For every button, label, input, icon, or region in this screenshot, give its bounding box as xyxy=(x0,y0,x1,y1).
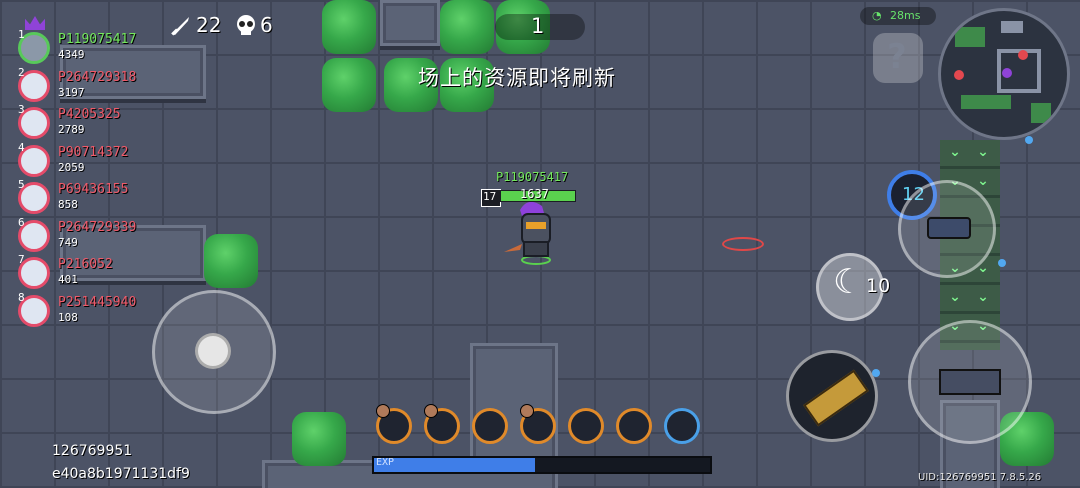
skull-icon xyxy=(234,14,258,36)
help-icon: ? xyxy=(887,37,907,77)
leaderboard-rank: 3 xyxy=(18,103,25,116)
help-button[interactable]: ? xyxy=(873,33,923,83)
weapon-swap-button[interactable] xyxy=(786,350,878,442)
player-sprite xyxy=(504,201,551,265)
ping-indicator: ◔ 28ms xyxy=(860,7,936,25)
leaderboard-score: 108 xyxy=(58,310,78,324)
target-marker xyxy=(722,237,764,251)
skill-slot[interactable] xyxy=(472,408,508,444)
player-level-badge: 17 xyxy=(481,189,501,207)
fire-button[interactable] xyxy=(908,320,1032,444)
indicator-dot xyxy=(1025,136,1033,144)
exp-bar: EXP xyxy=(372,456,712,474)
joystick-knob[interactable] xyxy=(195,333,231,369)
leaderboard-score: 2059 xyxy=(58,160,85,174)
secondary-ammo-count: 10 xyxy=(866,275,891,297)
leaderboard-row: 2 P264729318 3197 xyxy=(0,65,220,104)
leaderboard-row: 5 P69436155 858 xyxy=(0,178,220,216)
leaderboard-name: P251445940 xyxy=(58,294,137,310)
round-timer-value: 1 xyxy=(531,14,545,38)
session-hash-text: e40a8b1971131df9 xyxy=(52,466,190,482)
bush xyxy=(322,58,376,112)
leaderboard-name: P90714372 xyxy=(58,144,129,160)
skill-upgrade-dot xyxy=(376,404,390,418)
chevron-down-icon: ⌄ xyxy=(949,289,961,305)
ping-value: 28ms xyxy=(890,9,921,22)
uid-version-text: UID:126769951 7.8.5.26 xyxy=(918,472,1042,483)
game-viewport[interactable]: ⌄ ⌄ ⌄ ⌄ ⌄ ⌄ ⌄ ⌄ ⌄ ⌄ P119075417 17 1637 1… xyxy=(0,0,1080,488)
bush xyxy=(440,0,494,54)
player-name: P119075417 xyxy=(496,170,569,184)
skill-slot[interactable] xyxy=(568,408,604,444)
chevron-down-icon: ⌄ xyxy=(977,173,989,189)
leaderboard-rank: 1 xyxy=(18,28,25,41)
leaderboard-rank: 2 xyxy=(18,65,25,79)
leaderboard-row: 7 P216052 401 xyxy=(0,253,220,291)
player-hp-bar: 1637 xyxy=(500,187,576,202)
leaderboard-rank: 7 xyxy=(18,253,25,266)
indicator-dot xyxy=(872,369,880,377)
leaderboard-row: 3 P4205325 2789 xyxy=(0,103,220,141)
bush xyxy=(322,0,376,54)
leaderboard-name: P264729339 xyxy=(58,219,137,235)
leaderboard-score: 401 xyxy=(58,273,78,286)
chevron-down-icon: ⌄ xyxy=(949,144,961,160)
death-count: 6 xyxy=(260,13,273,37)
leaderboard-score: 4349 xyxy=(58,48,85,61)
skill-button[interactable] xyxy=(898,180,996,278)
skill-slot[interactable] xyxy=(664,408,700,444)
leaderboard-score: 3197 xyxy=(58,85,85,99)
leaderboard-row: 4 P90714372 2059 xyxy=(0,140,220,179)
leaderboard-score: 749 xyxy=(58,235,78,249)
indicator-dot xyxy=(998,259,1006,267)
bush xyxy=(292,412,346,466)
skill-upgrade-dot xyxy=(424,404,438,418)
kill-count: 22 xyxy=(196,13,222,37)
leaderboard: 1 P119075417 4349 2 P264729318 3197 3 P4205325 2… xyxy=(0,16,220,340)
leaderboard-rank: 6 xyxy=(18,215,25,229)
exp-bar-fill xyxy=(374,458,536,472)
crown-icon xyxy=(25,16,45,30)
movement-joystick[interactable] xyxy=(152,290,276,414)
leaderboard-name: P119075417 xyxy=(58,32,137,47)
announcement-text: 场上的资源即将刷新 xyxy=(418,66,616,90)
skill-slot[interactable] xyxy=(616,408,652,444)
minimap[interactable] xyxy=(938,8,1070,140)
player-hp-value: 1637 xyxy=(520,187,549,201)
leaderboard-name: P216052 xyxy=(58,257,113,272)
leaderboard-row: 6 P264729339 749 xyxy=(0,215,220,254)
round-timer: 1 xyxy=(495,14,585,40)
leaderboard-name: P69436155 xyxy=(58,182,129,197)
wall-block xyxy=(380,0,440,46)
player-character xyxy=(498,200,568,270)
leaderboard-score: 858 xyxy=(58,198,78,211)
leaderboard-rank: 4 xyxy=(18,140,25,154)
sword-icon xyxy=(168,14,192,38)
minimap-terrain xyxy=(954,21,1051,123)
leaderboard-name: P264729318 xyxy=(58,69,137,85)
primary-weapon-icon xyxy=(939,369,1001,395)
leaderboard-name: P4205325 xyxy=(58,107,121,122)
leaderboard-score: 2789 xyxy=(58,123,85,136)
wifi-icon: ◔ xyxy=(872,9,882,22)
player-id-text: 126769951 xyxy=(52,443,133,459)
chevron-down-icon: ⌄ xyxy=(977,144,989,160)
leaderboard-rank: 5 xyxy=(18,178,25,191)
exp-label: EXP xyxy=(376,457,395,468)
chevron-down-icon: ⌄ xyxy=(977,289,989,305)
skill-upgrade-dot xyxy=(520,404,534,418)
gauntlet-icon xyxy=(927,217,971,239)
crescent-blade-icon: ☾ xyxy=(833,262,864,302)
player-level: 17 xyxy=(483,190,497,203)
shotgun-icon xyxy=(803,369,869,427)
leaderboard-rank: 8 xyxy=(18,290,25,304)
